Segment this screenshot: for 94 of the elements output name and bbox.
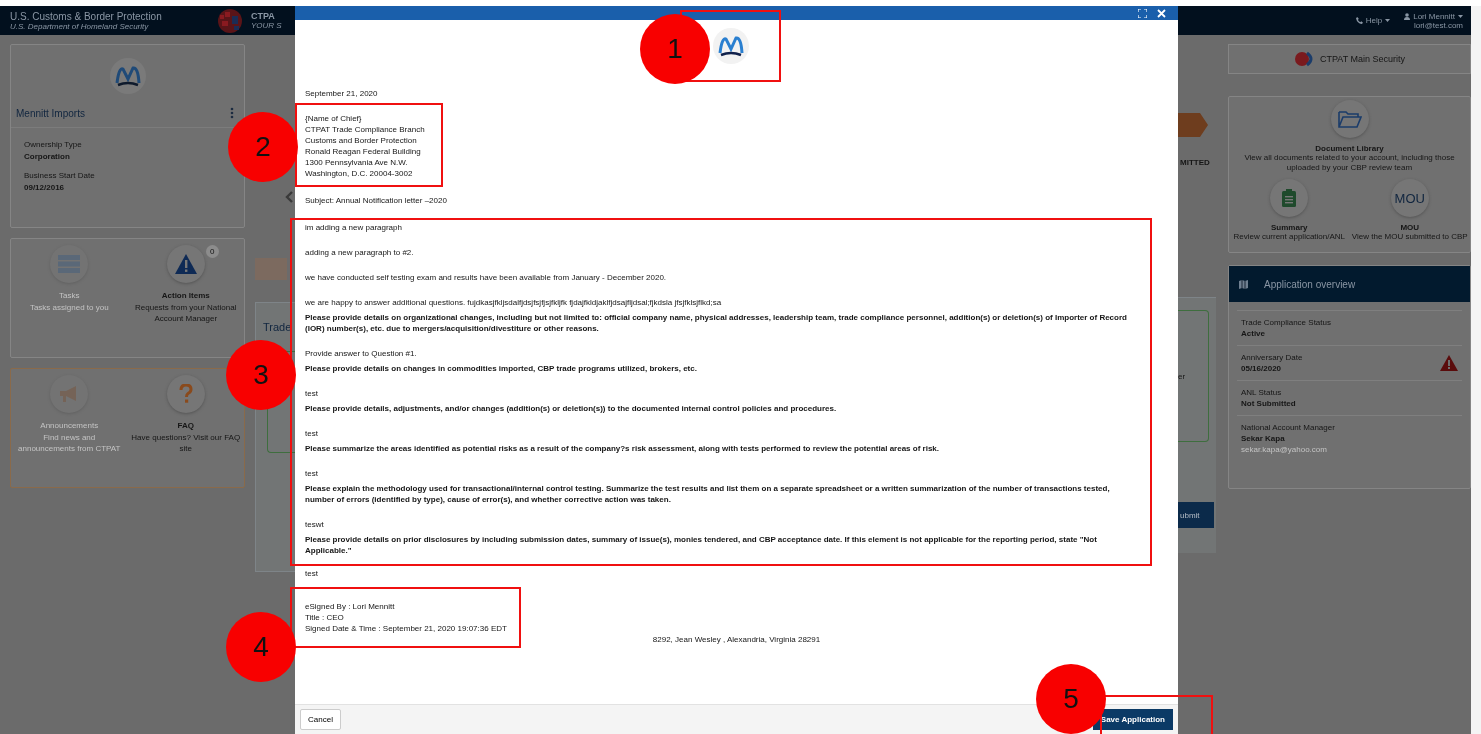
address-line: Ronald Reagan Federal Building [305, 146, 421, 157]
overview-label: National Account Manager [1241, 423, 1335, 432]
answer-text: test [305, 388, 319, 399]
link-title[interactable]: Document Library [1315, 144, 1384, 153]
company-logo-icon [711, 27, 750, 65]
count-badge: 0 [205, 245, 219, 258]
link-description: View all documents related to your account, including those uploaded by your CBP review team [1243, 153, 1456, 173]
address-line: Customs and Border Protection [305, 135, 417, 146]
company-address: 8292, Jean Wesley , Alexandria, Virginia 28291 [652, 634, 821, 645]
answer-text: we are happy to answer additional questions. fujdkasjfkljsdalfjdsjfsjfjsjfkljfk fjdajfkldjaklfjdsajfljdsal;fjkdsla jfsjfklsjflkd;sa [305, 297, 723, 308]
help-menu[interactable]: Help [1365, 16, 1383, 25]
app-title: CTPA [251, 11, 276, 21]
answer-text: adding a new paragraph to #2. [305, 247, 415, 258]
card-text: er [1178, 371, 1186, 381]
overview-title: Application overview [1264, 278, 1356, 290]
submit-button[interactable]: ubmit [1178, 502, 1214, 528]
field-label: Ownership Type [24, 140, 83, 149]
link-description: Review current application/ANL [1232, 232, 1347, 242]
server-icon [58, 255, 81, 273]
chevron-left-icon[interactable] [285, 191, 293, 203]
department-name: U.S. Department of Homeland Security [10, 21, 150, 31]
signature-line: Title : CEO [305, 612, 344, 623]
overview-value: 05/16/2020 [1241, 364, 1283, 373]
save-application-button[interactable]: Save Application [1092, 709, 1173, 730]
more-options-icon[interactable] [230, 107, 234, 119]
user-menu[interactable]: Lori Mennitt [1413, 11, 1455, 21]
field-label: Business Start Date [24, 171, 96, 180]
folder-icon [1337, 110, 1362, 128]
company-name: Mennitt Imports [16, 107, 85, 119]
tile-description: Requests from your National Account Manager [134, 302, 238, 324]
caret-icon [1385, 19, 1391, 22]
overview-value: Not Submitted [1241, 399, 1296, 408]
link-title[interactable]: MOU [1400, 223, 1420, 232]
cancel-button[interactable]: Cancel [300, 709, 341, 730]
answer-text: Provide answer to Question #1. [305, 348, 418, 359]
card-title: Trade [263, 321, 293, 333]
address-line: Washington, D.C. 20004-3002 [305, 168, 413, 179]
tile-title[interactable]: Action Items [161, 291, 210, 300]
answer-text: test [305, 568, 319, 579]
link-icon-circle[interactable] [1270, 179, 1309, 217]
answer-text: im adding a new paragraph [305, 222, 403, 233]
field-value: Corporation [24, 152, 71, 161]
address-line: CTPAT Trade Compliance Branch [305, 124, 425, 135]
question-text: Please explain the methodology used for transactional/internal control testing. Summarize the test results and list them on a separate spreadsheet or a written summarization of the number of transactions tested, number of errors (identified by type), cause of error(s), and whether corrective action was taken. [305, 483, 1111, 505]
tile-description: Have questions? Visit our FAQ site [130, 432, 241, 454]
phone-icon [1355, 17, 1363, 24]
mou-icon-text: MOU [1394, 190, 1425, 206]
globe-logo-icon [215, 7, 245, 34]
letter-subject: Subject: Annual Notification letter –2020 [305, 195, 447, 206]
tile-title[interactable]: FAQ [177, 421, 194, 430]
agency-name: U.S. Customs & Border Protection [10, 10, 163, 22]
close-icon[interactable] [1157, 8, 1166, 18]
overview-value: Active [1241, 329, 1266, 338]
expand-icon[interactable] [1138, 8, 1147, 18]
answer-text: teswt [305, 519, 325, 530]
progress-arrow-shape [1178, 113, 1208, 137]
action-icon-circle[interactable] [166, 245, 205, 283]
question-text: Please provide details on organizational changes, including but not limited to: official company name, physical addresses, leadership team, trade compliance personnel, addition(s) or deletion(s) of Importer of Record (IOR) number(s), etc. due to mergers/acquisition/divestiture or other reasons. [305, 312, 1128, 334]
caret-icon [1458, 14, 1463, 18]
map-icon [1239, 279, 1248, 289]
user-icon [1404, 12, 1411, 20]
address-line: {Name of Chief} [305, 113, 362, 124]
answer-text: test [305, 428, 319, 439]
link-icon-circle[interactable] [1330, 100, 1369, 138]
overview-label: Anniversary Date [1241, 353, 1303, 362]
signature-line: Signed Date & Time : September 21, 2020 19:07:36 EDT [305, 623, 507, 634]
answer-text: we have conducted self testing exam and results have been available from January - December 2020. [305, 272, 668, 283]
signature-line: eSigned By : Lori Mennitt [305, 601, 395, 612]
user-email: lori@test.com [1413, 20, 1463, 30]
field-value: 09/12/2016 [24, 183, 66, 192]
letter-date: September 21, 2020 [305, 88, 378, 99]
faq-icon-circle[interactable] [166, 375, 205, 413]
link-title[interactable]: Summary [1271, 223, 1308, 232]
clipboard-icon [1282, 189, 1297, 207]
app-tagline: YOUR S [251, 21, 282, 30]
manager-email[interactable]: sekar.kapa@yahoo.com [1241, 445, 1335, 454]
overview-label: Trade Compliance Status [1241, 318, 1331, 327]
question-text: Please summarize the areas identified as potential risks as a result of the company?s risk assessment, along with tests performed to review the potential areas of risk. [305, 443, 940, 454]
question-text: Please provide details on changes in commodities imported, CBP trade programs utilized, brokers, etc. [305, 363, 698, 374]
link-icon-circle[interactable]: MOU [1390, 179, 1429, 217]
overview-value: Sekar Kapa [1241, 434, 1286, 443]
address-line: 1300 Pennsylvania Ave N.W. [305, 157, 408, 168]
question-text: Please provide details on prior disclosures by including submission dates, summary of issue(s), monies tendered, and CBP acceptance date. If this element is not applicable for the reporting period, state "Not Applicable." [305, 534, 1098, 556]
overview-label: ANL Status [1241, 388, 1283, 397]
program-button[interactable]: CTPAT Main Security [1228, 44, 1471, 74]
link-description: View the MOU submitted to CBP [1350, 232, 1469, 242]
tile-description: Tasks assigned to you [29, 302, 109, 313]
question-text: Please provide details, adjustments, and/or changes (addition(s) or deletion(s)) to the documented internal control policies and procedures. [305, 403, 838, 414]
question-mark-icon [178, 384, 193, 404]
company-logo-icon [108, 57, 147, 95]
answer-text: test [305, 468, 319, 479]
status-text: MITTED [1180, 158, 1211, 167]
tile-description: Find news and announcements from CTPAT [17, 432, 122, 454]
warning-icon [174, 254, 197, 274]
